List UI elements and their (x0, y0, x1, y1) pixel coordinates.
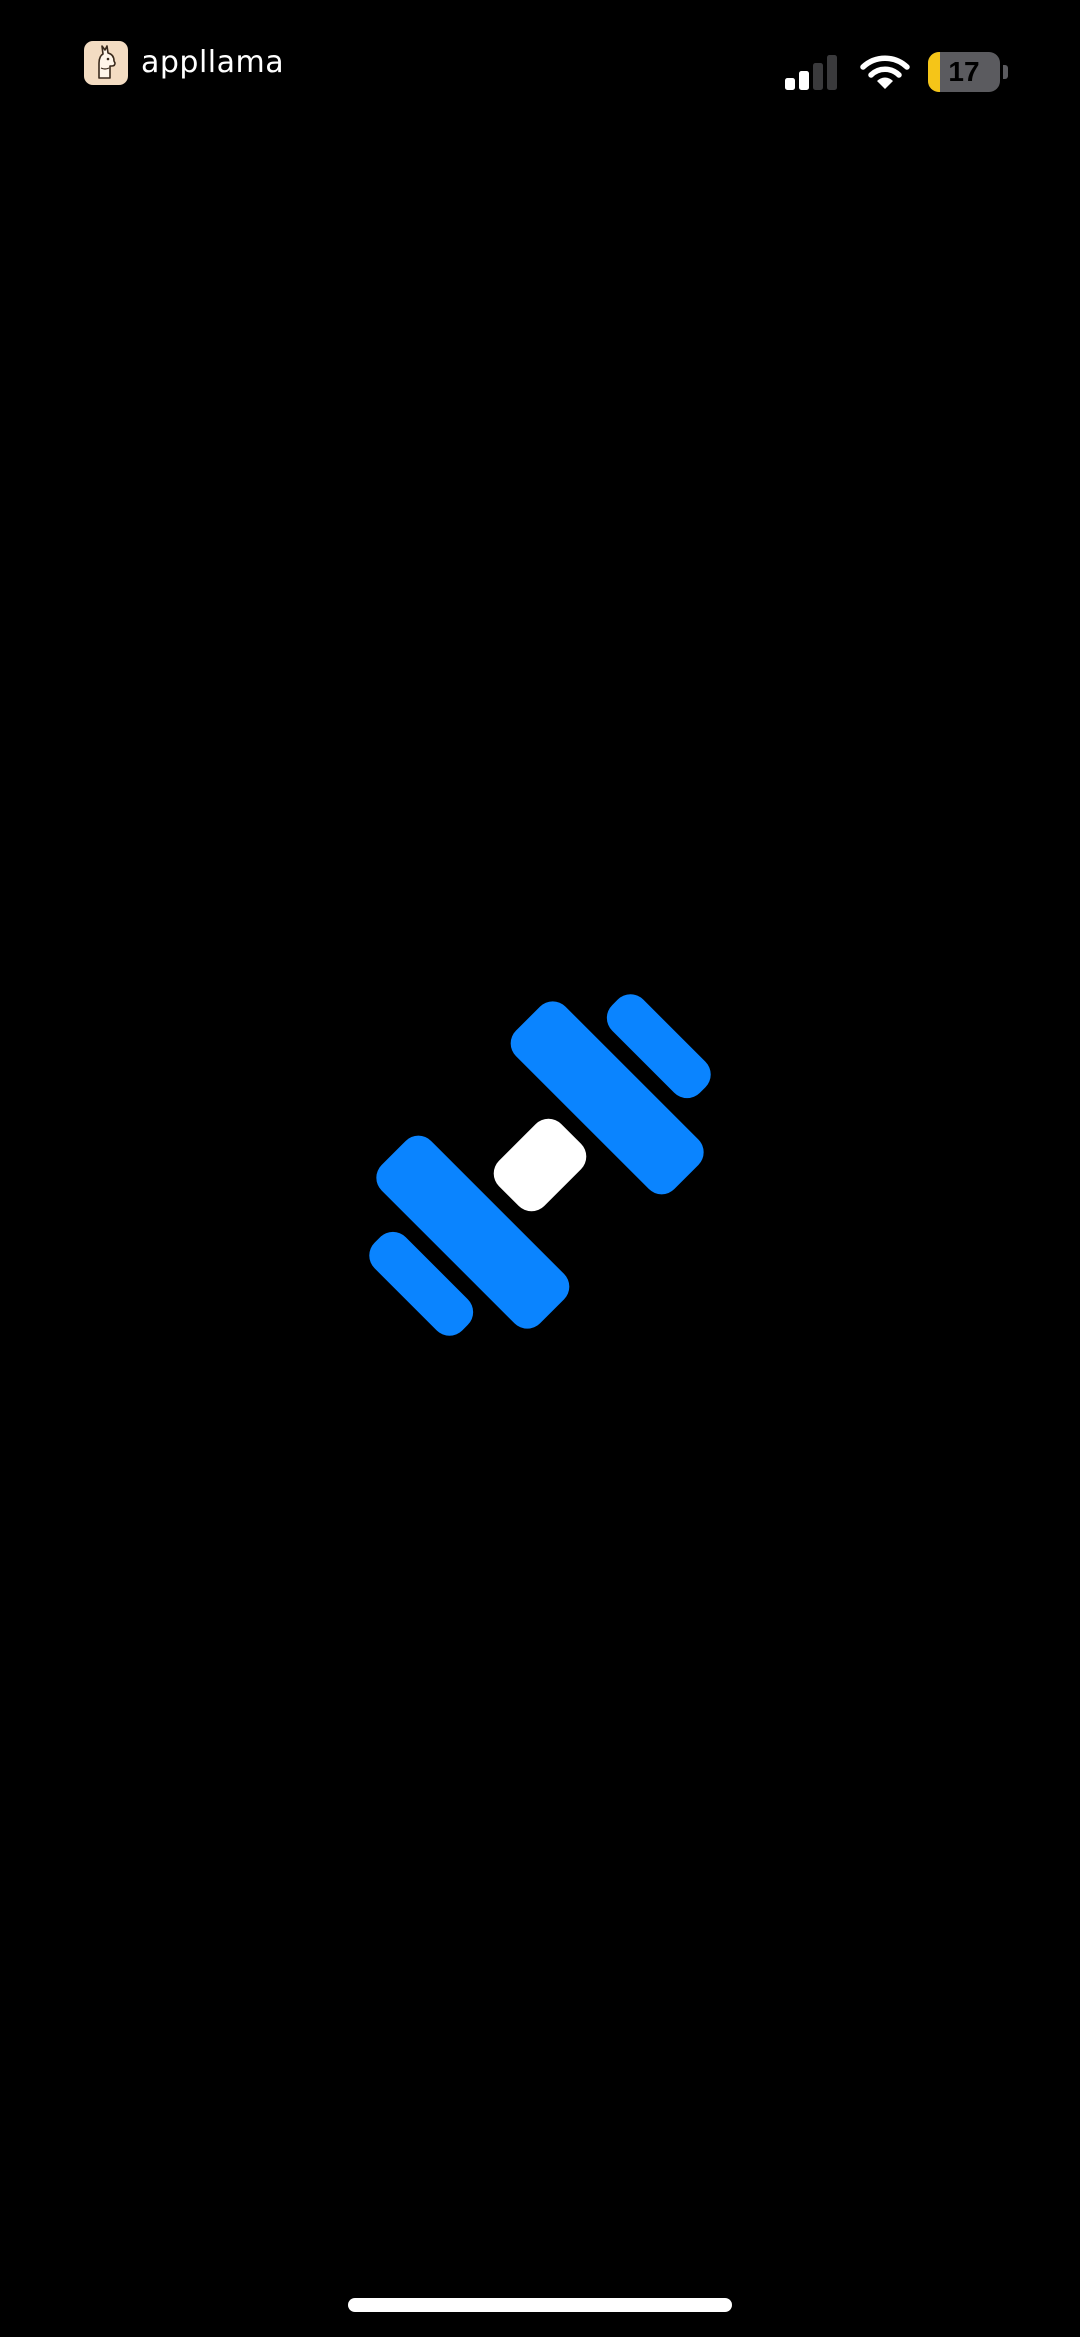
cellular-signal-icon (785, 55, 837, 90)
dumbbell-handle (493, 1118, 587, 1212)
wifi-icon (860, 55, 910, 89)
home-indicator[interactable] (348, 2298, 732, 2312)
battery-body: 17 (928, 52, 1000, 92)
battery-level: 17 (948, 56, 980, 87)
app-name: appllama (141, 45, 285, 80)
battery-indicator: 17 (928, 52, 1008, 92)
dumbbell-group (369, 994, 711, 1336)
status-icons: 17 (784, 50, 1008, 94)
dumbbell-icon (369, 994, 711, 1336)
battery-cap (1003, 65, 1008, 79)
appllama-brand: appllama (84, 40, 284, 86)
status-bar: appllama 17 (0, 0, 1080, 140)
llama-logo-icon (84, 41, 128, 85)
